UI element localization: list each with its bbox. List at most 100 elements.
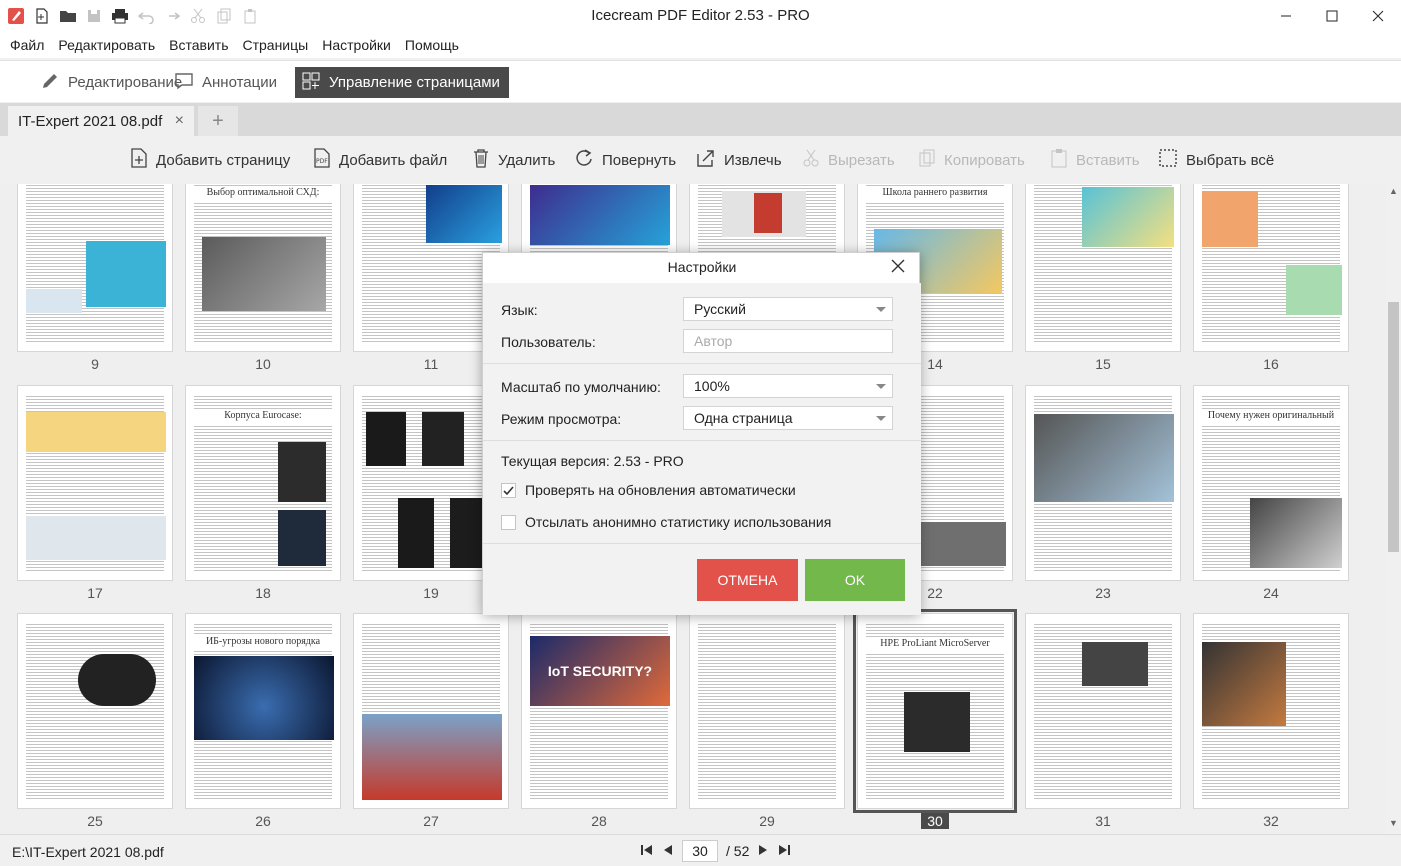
new-tab-button[interactable]: + xyxy=(198,106,238,136)
add-file-button[interactable]: PDF Добавить файл xyxy=(313,146,447,174)
thumbnail-headline: Почему нужен оригинальный xyxy=(1202,410,1340,424)
view-mode-value: Одна страница xyxy=(694,410,793,426)
selected-page-number: 30 xyxy=(921,813,949,829)
page-thumbnail[interactable]: ИБ-угрозы нового порядка xyxy=(185,613,341,809)
thumbnail-headline: ИБ-угрозы нового порядка xyxy=(194,636,332,650)
paste-button[interactable]: Вставить xyxy=(1050,146,1140,174)
chevron-down-icon xyxy=(876,416,886,421)
title-bar: Icecream PDF Editor 2.53 - PRO xyxy=(0,0,1401,32)
menu-help[interactable]: Помощь xyxy=(405,37,459,53)
page-thumbnail[interactable] xyxy=(1025,184,1181,352)
page-thumbnail[interactable] xyxy=(1025,385,1181,581)
check-updates-label[interactable]: Проверять на обновления автоматически xyxy=(525,482,796,498)
add-page-icon xyxy=(130,148,148,172)
scroll-down-icon[interactable]: ▼ xyxy=(1386,818,1401,832)
view-mode-label: Режим просмотра: xyxy=(501,411,622,427)
settings-dialog: Настройки Язык: Русский Пользователь: Ав… xyxy=(482,252,921,615)
mode-annotations-label: Аннотации xyxy=(202,74,277,91)
select-all-label: Выбрать всё xyxy=(1186,151,1275,169)
document-tab[interactable]: IT-Expert 2021 08.pdf × xyxy=(8,106,194,136)
trash-icon xyxy=(472,148,490,172)
mode-edit-label: Редактирование xyxy=(68,74,183,91)
copy-button[interactable]: Копировать xyxy=(918,146,1025,174)
page-number: 25 xyxy=(87,813,103,829)
menu-settings[interactable]: Настройки xyxy=(322,37,391,53)
add-file-label: Добавить файл xyxy=(339,151,448,169)
check-updates-checkbox[interactable] xyxy=(501,483,516,498)
last-page-icon[interactable] xyxy=(777,843,791,860)
page-thumbnail[interactable]: Корпуса Eurocase: xyxy=(185,385,341,581)
page-thumbnail[interactable]: IoT SECURITY? xyxy=(521,613,677,809)
menu-file[interactable]: Файл xyxy=(10,37,44,53)
cancel-button[interactable]: ОТМЕНА xyxy=(697,559,798,601)
send-stats-checkbox[interactable] xyxy=(501,515,516,530)
page-thumbnail[interactable] xyxy=(1193,184,1349,352)
page-thumbnail[interactable]: Выбор оптимальной СХД: xyxy=(185,184,341,352)
page-number: 23 xyxy=(1095,585,1111,601)
ok-button[interactable]: OK xyxy=(805,559,905,601)
next-page-icon[interactable] xyxy=(757,843,769,860)
dialog-body: Язык: Русский Пользователь: Автор Масшта… xyxy=(483,283,921,615)
user-input[interactable]: Автор xyxy=(683,329,893,353)
current-page-input[interactable]: 30 xyxy=(682,840,718,862)
page-number: 15 xyxy=(1095,356,1111,372)
maximize-button[interactable] xyxy=(1309,0,1355,32)
rotate-button[interactable]: Повернуть xyxy=(574,146,676,174)
language-dropdown[interactable]: Русский xyxy=(683,297,893,321)
copy-label: Копировать xyxy=(944,151,1025,169)
page-thumbnail[interactable] xyxy=(353,613,509,809)
page-thumbnail[interactable] xyxy=(17,184,173,352)
close-window-button[interactable] xyxy=(1355,0,1401,32)
vertical-scrollbar[interactable]: ▲ ▼ xyxy=(1386,184,1401,834)
first-page-icon[interactable] xyxy=(640,843,654,860)
thumbnail-headline: Выбор оптимальной СХД: xyxy=(194,187,332,201)
page-thumbnail[interactable] xyxy=(689,613,845,809)
version-text: Текущая версия: 2.53 - PRO xyxy=(501,453,684,469)
delete-label: Удалить xyxy=(498,151,556,169)
extract-label: Извлечь xyxy=(724,151,782,169)
add-page-label: Добавить страницу xyxy=(156,151,291,169)
default-zoom-dropdown[interactable]: 100% xyxy=(683,374,893,398)
cut-label: Вырезать xyxy=(828,151,895,169)
page-thumbnail[interactable] xyxy=(17,385,173,581)
pencil-icon xyxy=(40,71,60,95)
cut-button[interactable]: Вырезать xyxy=(802,146,895,174)
page-thumbnail[interactable] xyxy=(1193,613,1349,809)
menu-bar: Файл Редактировать Вставить Страницы Нас… xyxy=(0,32,1401,58)
rotate-icon xyxy=(574,148,594,172)
pages-grid-icon xyxy=(301,71,321,95)
user-label: Пользователь: xyxy=(501,334,596,350)
app-window: Icecream PDF Editor 2.53 - PRO Файл Реда… xyxy=(0,0,1401,866)
extract-button[interactable]: Извлечь xyxy=(696,146,782,174)
page-thumbnail[interactable] xyxy=(17,613,173,809)
scrollbar-thumb[interactable] xyxy=(1388,302,1399,552)
chevron-down-icon xyxy=(876,307,886,312)
page-thumbnail[interactable] xyxy=(1025,613,1181,809)
document-tab-label: IT-Expert 2021 08.pdf xyxy=(18,112,163,130)
copy-pages-icon xyxy=(918,148,936,172)
menu-edit[interactable]: Редактировать xyxy=(58,37,155,53)
scroll-up-icon[interactable]: ▲ xyxy=(1386,186,1401,200)
mode-edit-button[interactable]: Редактирование xyxy=(34,67,188,98)
mode-pages-button[interactable]: Управление страницами xyxy=(295,67,509,98)
prev-page-icon[interactable] xyxy=(662,843,674,860)
dialog-title: Настройки xyxy=(667,259,737,275)
menu-insert[interactable]: Вставить xyxy=(169,37,228,53)
page-number: 32 xyxy=(1263,813,1279,829)
mode-annotations-button[interactable]: Аннотации xyxy=(168,67,283,98)
page-number-selected: 30 xyxy=(857,813,1013,829)
close-tab-icon[interactable]: × xyxy=(175,112,184,130)
page-thumbnail[interactable]: Почему нужен оригинальный xyxy=(1193,385,1349,581)
minimize-button[interactable] xyxy=(1263,0,1309,32)
add-page-button[interactable]: Добавить страницу xyxy=(130,146,290,174)
close-dialog-icon[interactable] xyxy=(891,257,905,278)
page-number: 28 xyxy=(591,813,607,829)
select-all-button[interactable]: Выбрать всё xyxy=(1158,146,1274,174)
page-thumbnail-selected[interactable]: HPE ProLiant MicroServer xyxy=(853,609,1017,813)
page-navigation: 30 / 52 xyxy=(640,840,791,862)
select-all-icon xyxy=(1158,148,1178,172)
delete-button[interactable]: Удалить xyxy=(472,146,555,174)
menu-pages[interactable]: Страницы xyxy=(242,37,308,53)
send-stats-label[interactable]: Отсылать анонимно статистику использован… xyxy=(525,514,831,530)
view-mode-dropdown[interactable]: Одна страница xyxy=(683,406,893,430)
